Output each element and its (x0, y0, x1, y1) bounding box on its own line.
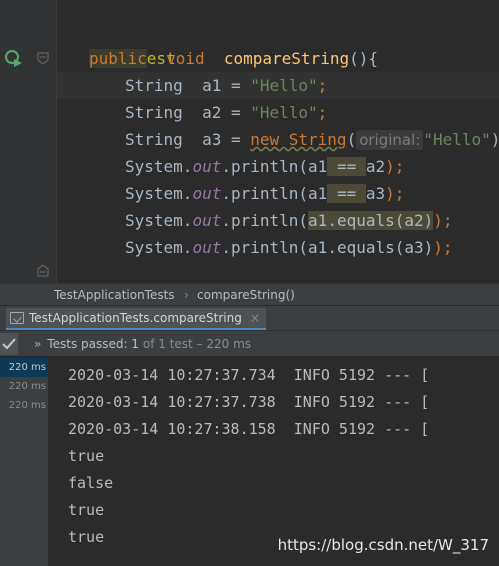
assign-op: = (221, 76, 251, 95)
system-class: System. (125, 184, 193, 203)
statement-end: ); (433, 211, 453, 230)
fold-marker-icon[interactable] (37, 264, 49, 277)
out-field: out (192, 211, 222, 230)
type-string: String (125, 103, 183, 122)
equality-op: == (327, 157, 366, 176)
status-prefix: Tests passed: (47, 337, 128, 351)
assign-op: = (221, 103, 251, 122)
status-suffix: of 1 test – 220 ms (142, 337, 252, 351)
code-line-print-1[interactable]: System.out.println(a1 == a2); (125, 153, 404, 180)
open-paren: ( (346, 130, 357, 149)
system-class: System. (125, 157, 193, 176)
code-line-a1[interactable]: String a1 = "Hello"; (125, 72, 327, 99)
out-field: out (192, 184, 222, 203)
var-name: a1 (202, 76, 222, 95)
type-string: String (125, 130, 183, 149)
out-field: out (192, 157, 222, 176)
breadcrumb-method[interactable]: compareString() (197, 287, 295, 303)
out-field: out (192, 238, 222, 257)
new-string-expression: new String (250, 130, 347, 149)
code-line-a3[interactable]: String a3 = new String(original:"Hello")… (125, 126, 499, 153)
check-icon[interactable] (0, 333, 18, 355)
system-class: System. (125, 238, 193, 257)
system-class: System. (125, 211, 193, 230)
test-config-icon (10, 312, 24, 324)
test-tree: 220 ms 220 ms 220 ms (0, 358, 48, 566)
method-suffix: (){ (349, 49, 378, 68)
run-tab-bar: TestApplicationTests.compareString × (0, 305, 499, 331)
var-name: a3 (202, 130, 222, 149)
equality-op: == (327, 184, 366, 203)
run-tab-label: TestApplicationTests.compareString (29, 311, 242, 325)
breadcrumb-class[interactable]: TestApplicationTests (54, 287, 175, 303)
statement-end: ); (433, 238, 453, 257)
code-line-annotation[interactable]: @Test (89, 18, 176, 68)
console-line: 2020-03-14 10:27:37.734 INFO 5192 --- [ (68, 366, 430, 384)
method-name: compareString (223, 49, 350, 68)
arg-b: a3 (365, 184, 386, 203)
test-status-bar: » Tests passed: 1 of 1 test – 220 ms (0, 330, 499, 357)
console-line: 2020-03-14 10:27:37.738 INFO 5192 --- [ (68, 393, 430, 411)
status-count: 1 (131, 337, 140, 351)
type-string: String (125, 76, 183, 95)
println-call: .println( (221, 157, 309, 176)
code-line-a2[interactable]: String a2 = "Hello"; (125, 99, 327, 126)
editor-gutter (0, 0, 56, 283)
console-line: false (68, 474, 114, 492)
fold-marker-icon[interactable] (37, 52, 49, 65)
string-literal: "Hello" (250, 103, 318, 122)
statement-end: ; (317, 103, 328, 122)
keyword-void: void (166, 49, 205, 68)
chevron-right-icon[interactable]: » (34, 337, 41, 351)
console-line: true (68, 528, 105, 546)
statement-end: ); (385, 157, 405, 176)
println-call: .println( (221, 211, 309, 230)
arg-b: a2 (365, 157, 386, 176)
test-tree-item[interactable]: 220 ms (0, 377, 48, 396)
code-line-print-2[interactable]: System.out.println(a1 == a3); (125, 180, 404, 207)
code-editor[interactable]: @Test public void compareString(){ Strin… (0, 0, 499, 283)
equals-expression: a1.equals(a3) (308, 238, 434, 257)
console-line: 2020-03-14 10:27:38.158 INFO 5192 --- [ (68, 420, 430, 438)
run-tab[interactable]: TestApplicationTests.compareString × (6, 308, 266, 331)
string-literal: "Hello" (250, 76, 318, 95)
console-line: true (68, 447, 105, 465)
code-line-print-4[interactable]: System.out.println(a1.equals(a3)); (125, 234, 453, 261)
code-line-method-signature[interactable]: public void compareString(){ (89, 45, 378, 72)
string-literal: "Hello" (423, 130, 491, 149)
close-icon[interactable]: × (250, 311, 260, 325)
test-tree-item[interactable]: 220 ms (0, 396, 48, 415)
arg-a: a1 (308, 157, 328, 176)
run-test-icon[interactable] (3, 48, 23, 68)
code-line-closing-brace[interactable]: } (89, 261, 137, 283)
equals-expression: a1.equals(a2) (308, 211, 434, 230)
keyword-public: public (89, 49, 147, 68)
var-name: a2 (202, 103, 222, 122)
gutter-divider (56, 0, 57, 283)
parameter-hint: original: (356, 130, 424, 150)
breadcrumb-separator: › (184, 288, 189, 302)
test-tree-item[interactable]: 220 ms (0, 358, 48, 377)
statement-end: ); (491, 130, 499, 149)
arg-a: a1 (308, 184, 328, 203)
statement-end: ; (317, 76, 328, 95)
test-status-text: » Tests passed: 1 of 1 test – 220 ms (34, 336, 251, 352)
console-line: true (68, 501, 105, 519)
watermark: https://blog.csdn.net/W_317 (277, 536, 489, 554)
console-output[interactable]: 2020-03-14 10:27:37.734 INFO 5192 --- [ … (48, 358, 499, 566)
code-line-print-3[interactable]: System.out.println(a1.equals(a2)); (125, 207, 453, 234)
statement-end: ); (385, 184, 405, 203)
println-call: .println( (221, 238, 309, 257)
assign-op: = (221, 130, 251, 149)
println-call: .println( (221, 184, 309, 203)
breadcrumb: TestApplicationTests › compareString() (0, 283, 499, 305)
